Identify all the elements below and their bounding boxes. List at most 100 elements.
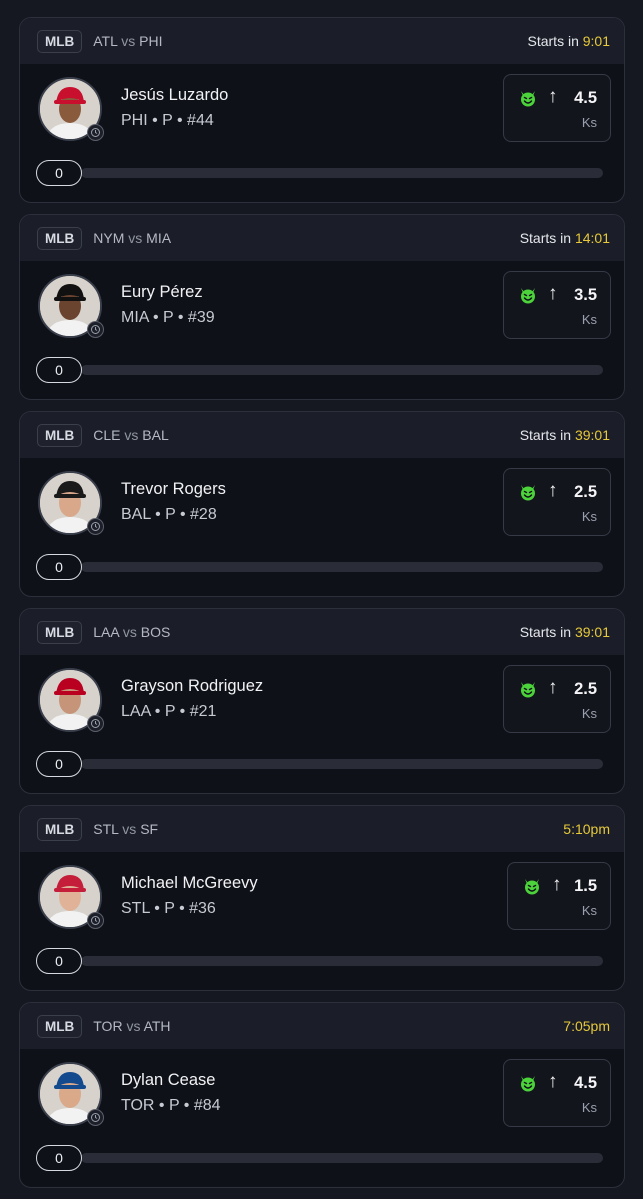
projection-card[interactable]: MLB STL vs SF 5:10pm Michael McGreevy ST… <box>19 805 625 991</box>
clock-icon <box>87 321 104 338</box>
start-time: Starts in 14:01 <box>520 230 610 246</box>
player-meta: BAL • P • #28 <box>121 506 217 523</box>
arrow-up-icon: ↑ <box>548 1071 558 1092</box>
card-body: Trevor Rogers BAL • P • #28 ↑ 2.5 Ks 0 <box>20 458 624 596</box>
card-body: Michael McGreevy STL • P • #36 ↑ 1.5 Ks <box>20 852 624 990</box>
home-team: ATL <box>93 33 118 49</box>
player-name: Trevor Rogers <box>121 480 226 498</box>
player-name: Dylan Cease <box>121 1071 216 1089</box>
vs-label: vs <box>122 624 137 640</box>
over-pick-button[interactable]: ↑ 4.5 Ks <box>503 74 611 142</box>
pick-count: 0 <box>36 1145 82 1171</box>
projection-card[interactable]: MLB ATL vs PHI Starts in 9:01 Jesús Luza… <box>19 17 625 203</box>
player-avatar[interactable] <box>38 471 104 535</box>
card-body: Jesús Luzardo PHI • P • #44 ↑ 4.5 Ks 0 <box>20 64 624 202</box>
projection-feed: MLB ATL vs PHI Starts in 9:01 Jesús Luza… <box>0 0 643 1188</box>
home-team: LAA <box>93 624 119 640</box>
progress-row: 0 <box>36 751 603 777</box>
league-badge: MLB <box>37 1014 83 1038</box>
start-time-value: 7:05pm <box>563 1018 610 1034</box>
player-name: Michael McGreevy <box>121 874 258 892</box>
matchup: ATL vs PHI <box>93 33 162 49</box>
vs-label: vs <box>121 33 136 49</box>
start-time-value: 39:01 <box>574 624 610 640</box>
over-pick-button[interactable]: ↑ 4.5 Ks <box>503 1059 611 1127</box>
progress-track <box>81 759 603 769</box>
devil-icon <box>522 876 542 901</box>
start-time-value: 9:01 <box>582 33 610 49</box>
player-meta: MIA • P • #39 <box>121 309 215 326</box>
start-time-prefix: Starts in <box>527 33 583 49</box>
player-avatar[interactable] <box>38 274 104 338</box>
progress-track <box>81 562 603 572</box>
away-team: BAL <box>142 427 169 443</box>
start-time-prefix: Starts in <box>519 427 575 443</box>
clock-icon <box>87 124 104 141</box>
devil-icon <box>518 679 538 704</box>
player-avatar[interactable] <box>38 668 104 732</box>
start-time: Starts in 9:01 <box>528 33 611 49</box>
clock-icon <box>87 518 104 535</box>
card-body: Grayson Rodriguez LAA • P • #21 ↑ 2.5 Ks <box>20 655 624 793</box>
away-team: PHI <box>139 33 163 49</box>
prop-stat: Ks <box>581 706 597 721</box>
progress-track <box>81 956 603 966</box>
start-time-value: 14:01 <box>574 230 610 246</box>
over-pick-button[interactable]: ↑ 3.5 Ks <box>503 271 611 339</box>
pick-count: 0 <box>36 751 82 777</box>
prop-stat: Ks <box>581 115 597 130</box>
pick-count: 0 <box>36 554 82 580</box>
vs-label: vs <box>128 230 143 246</box>
devil-icon <box>518 482 538 507</box>
start-time-prefix: Starts in <box>519 624 575 640</box>
pick-count: 0 <box>36 160 82 186</box>
prop-line: 2.5 <box>574 680 597 698</box>
over-pick-button[interactable]: ↑ 2.5 Ks <box>503 468 611 536</box>
over-pick-button[interactable]: ↑ 2.5 Ks <box>503 665 611 733</box>
projection-card[interactable]: MLB CLE vs BAL Starts in 39:01 Trevor Ro… <box>19 411 625 597</box>
arrow-up-icon: ↑ <box>548 480 558 501</box>
pick-count: 0 <box>36 357 82 383</box>
away-team: MIA <box>146 230 172 246</box>
arrow-up-icon: ↑ <box>548 677 558 698</box>
prop-line: 3.5 <box>574 286 597 304</box>
league-badge: MLB <box>37 226 83 250</box>
away-team: BOS <box>140 624 171 640</box>
projection-card[interactable]: MLB TOR vs ATH 7:05pm Dylan Cease TOR • … <box>19 1002 625 1188</box>
start-time: 5:10pm <box>563 821 610 837</box>
matchup: LAA vs BOS <box>93 624 170 640</box>
prop-line: 4.5 <box>574 1074 597 1092</box>
devil-icon <box>518 88 538 113</box>
clock-icon <box>87 1109 104 1126</box>
vs-label: vs <box>124 427 139 443</box>
card-header: MLB TOR vs ATH 7:05pm <box>20 1003 624 1049</box>
progress-row: 0 <box>36 357 603 383</box>
over-pick-button[interactable]: ↑ 1.5 Ks <box>507 862 611 930</box>
prop-line: 1.5 <box>574 877 597 895</box>
home-team: NYM <box>93 230 125 246</box>
card-body: Dylan Cease TOR • P • #84 ↑ 4.5 Ks 0 <box>20 1049 624 1187</box>
projection-card[interactable]: MLB NYM vs MIA Starts in 14:01 Eury Pére… <box>19 214 625 400</box>
projection-card[interactable]: MLB LAA vs BOS Starts in 39:01 Grayson R… <box>19 608 625 794</box>
player-avatar[interactable] <box>38 865 104 929</box>
league-badge: MLB <box>37 29 83 53</box>
player-avatar[interactable] <box>38 1062 104 1126</box>
player-name: Eury Pérez <box>121 283 203 301</box>
player-avatar[interactable] <box>38 77 104 141</box>
clock-icon <box>87 912 104 929</box>
home-team: TOR <box>93 1018 123 1034</box>
league-badge: MLB <box>37 620 83 644</box>
progress-track <box>81 365 603 375</box>
progress-row: 0 <box>36 554 603 580</box>
card-header: MLB ATL vs PHI Starts in 9:01 <box>20 18 624 64</box>
start-time: Starts in 39:01 <box>520 624 610 640</box>
start-time: 7:05pm <box>563 1018 610 1034</box>
start-time-value: 5:10pm <box>563 821 610 837</box>
progress-track <box>81 1153 603 1163</box>
player-name: Jesús Luzardo <box>121 86 229 104</box>
away-team: SF <box>140 821 159 837</box>
card-header: MLB LAA vs BOS Starts in 39:01 <box>20 609 624 655</box>
player-meta: LAA • P • #21 <box>121 703 217 720</box>
matchup: TOR vs ATH <box>93 1018 170 1034</box>
progress-row: 0 <box>36 948 603 974</box>
